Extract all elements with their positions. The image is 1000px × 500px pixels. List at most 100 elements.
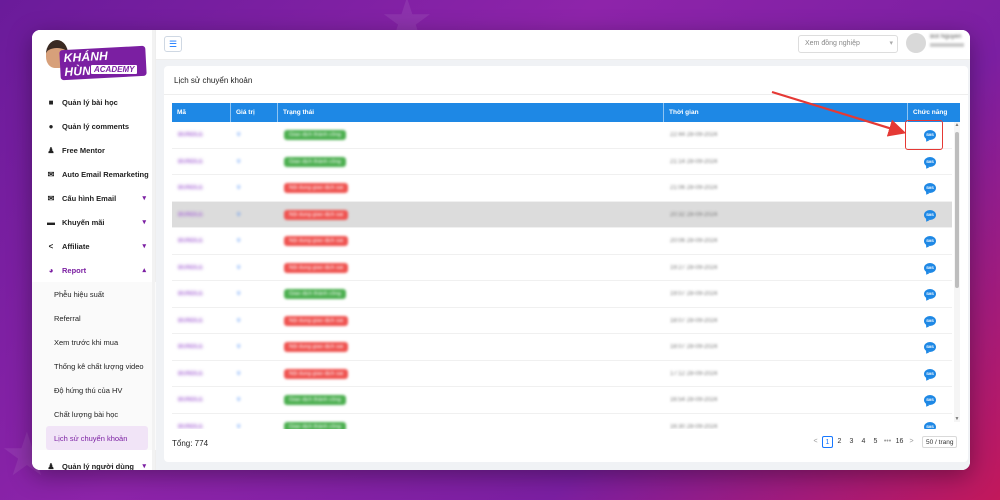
table-row[interactable]: BUNDLE 0 Nội dung giao dịch sai 18:07 28-09… xyxy=(172,308,952,335)
table-row[interactable]: BUNDLE 0 Giao dịch thành công 16:30 28-09-2… xyxy=(172,414,952,429)
status-badge: Giao dịch thành công xyxy=(284,130,346,141)
chevron-down-icon: ▾ xyxy=(142,219,146,226)
scroll-down-icon[interactable]: ▼ xyxy=(954,416,960,422)
column-header-status[interactable]: Trạng thái xyxy=(278,103,664,122)
cell-value: 0 xyxy=(231,175,278,202)
topbar: ☰ Xem đồng nghiệp ▾ Bot Nguyen xyxy=(156,30,970,60)
report-submenu: Phễu hiệu suất Referral Xem trước khi mu… xyxy=(32,282,156,450)
sms-icon[interactable]: SMS xyxy=(924,156,936,167)
sidebar-item-quan-ly-comments[interactable]: ● Quản lý comments xyxy=(32,114,156,138)
submenu-item-pheu-hieu-suat[interactable]: Phễu hiệu suất xyxy=(32,282,156,306)
submenu-item-chat-luong-bai-hoc[interactable]: Chất lượng bài học xyxy=(32,402,156,426)
value-text: 0 xyxy=(237,344,241,351)
cell-actions: SMS xyxy=(908,387,952,414)
sms-icon[interactable]: SMS xyxy=(924,209,936,220)
column-header-code[interactable]: Mã xyxy=(172,103,231,122)
submenu-item-referral[interactable]: Referral xyxy=(32,306,156,330)
prev-page-button[interactable]: < xyxy=(810,436,821,448)
ticket-icon: ▬ xyxy=(47,217,55,227)
cell-actions: SMS xyxy=(908,202,952,229)
submenu-item-xem-truoc-khi-mua[interactable]: Xem trước khi mua xyxy=(32,330,156,354)
table-row[interactable]: BUNDLE 0 Nội dung giao dịch sai 17:12 28-09… xyxy=(172,361,952,388)
code-text: BUNDLE xyxy=(178,317,203,324)
sidebar-scrollbar[interactable] xyxy=(152,30,155,470)
sidebar-item-label: Cấu hình Email xyxy=(62,193,117,203)
sms-icon[interactable]: SMS xyxy=(924,315,936,326)
logo[interactable]: KHÁNH HÙNG ACADEMY xyxy=(42,36,147,81)
menu-toggle-button[interactable]: ☰ xyxy=(164,36,182,52)
table-row[interactable]: BUNDLE 0 Giao dịch thành công 22:44 28-09-2… xyxy=(172,122,952,149)
sidebar-item-report[interactable]: ◕ Report ▴ xyxy=(32,258,156,282)
sms-icon[interactable]: SMS xyxy=(924,183,936,194)
sms-icon[interactable]: SMS xyxy=(924,289,936,300)
sms-icon[interactable]: SMS xyxy=(924,395,936,406)
sidebar-item-label: Auto Email Remarketing xyxy=(62,169,149,179)
table-row[interactable]: BUNDLE 0 Nội dung giao dịch sai 18:07 28-09… xyxy=(172,334,952,361)
cell-code: BUNDLE xyxy=(172,361,231,388)
cell-value: 0 xyxy=(231,255,278,282)
table-header: Mã Giá trị Trạng thái Thời gian Chức năn… xyxy=(172,103,960,122)
page-button-last[interactable]: 16 xyxy=(894,436,905,448)
page-size-select[interactable]: 50 / trang xyxy=(922,436,958,448)
table-row[interactable]: BUNDLE 0 Nội dung giao dịch sai 19:27 28-09… xyxy=(172,255,952,282)
cell-time: 19:07 28-09-2024 xyxy=(664,281,908,308)
time-text: 17:12 28-09-2024 xyxy=(670,370,718,377)
submenu-item-lich-su-chuyen-khoan[interactable]: Lịch sử chuyển khoản xyxy=(46,426,148,450)
table-row[interactable]: BUNDLE 0 Giao dịch thành công 16:54 28-09-2… xyxy=(172,387,952,414)
page-button-1[interactable]: 1 xyxy=(822,436,833,448)
email-icon: ✉ xyxy=(47,169,55,179)
submenu-item-do-hung-thu[interactable]: Độ hứng thú của HV xyxy=(32,378,156,402)
table-row[interactable]: BUNDLE 0 Giao dịch thành công 21:14 28-09-2… xyxy=(172,149,952,176)
sms-icon[interactable]: SMS xyxy=(924,262,936,273)
value-text: 0 xyxy=(237,370,241,377)
code-text: BUNDLE xyxy=(178,423,203,429)
table-row[interactable]: BUNDLE 0 Nội dung giao dịch sai 21:06 28-09… xyxy=(172,175,952,202)
status-badge: Nội dung giao dịch sai xyxy=(284,315,349,326)
sms-icon[interactable]: SMS xyxy=(924,368,936,379)
sidebar-item-affiliate[interactable]: < Affiliate ▾ xyxy=(32,234,156,258)
table-row[interactable]: BUNDLE 0 Giao dịch thành công 19:07 28-09-2… xyxy=(172,281,952,308)
sidebar-item-cau-hinh-email[interactable]: ✉ Cấu hình Email ▾ xyxy=(32,186,156,210)
sms-icon[interactable]: SMS xyxy=(924,236,936,247)
page-button-5[interactable]: 5 xyxy=(870,436,881,448)
cell-code: BUNDLE xyxy=(172,228,231,255)
table-row[interactable]: BUNDLE 0 Nội dung giao dịch sai 20:32 28-09… xyxy=(172,201,952,229)
page-button-4[interactable]: 4 xyxy=(858,436,869,448)
scroll-up-icon[interactable]: ▲ xyxy=(954,122,960,128)
submenu-item-thong-ke-video[interactable]: Thống kê chất lượng video xyxy=(32,354,156,378)
cell-value: 0 xyxy=(231,202,278,229)
sidebar-item-quan-ly-bai-hoc[interactable]: ■ Quản lý bài học xyxy=(32,90,156,114)
cell-code: BUNDLE xyxy=(172,202,231,229)
cell-time: 17:12 28-09-2024 xyxy=(664,361,908,388)
sidebar-item-khuyen-mai[interactable]: ▬ Khuyến mãi ▾ xyxy=(32,210,156,234)
chevron-down-icon: ▾ xyxy=(142,463,146,470)
cell-value: 0 xyxy=(231,387,278,414)
sidebar-item-label: Quản lý bài học xyxy=(62,97,118,107)
code-text: BUNDLE xyxy=(178,370,203,377)
sms-icon[interactable]: SMS xyxy=(924,342,936,353)
page-button-2[interactable]: 2 xyxy=(834,436,845,448)
colleague-search-select[interactable]: Xem đồng nghiệp ▾ xyxy=(798,35,898,53)
scroll-thumb[interactable] xyxy=(955,132,959,288)
cell-actions: SMS xyxy=(908,308,952,335)
sidebar-item-free-mentor[interactable]: ♟ Free Mentor xyxy=(32,138,156,162)
cell-code: BUNDLE xyxy=(172,149,231,176)
avatar[interactable] xyxy=(906,33,926,53)
column-header-time[interactable]: Thời gian xyxy=(664,103,908,122)
code-text: BUNDLE xyxy=(178,291,203,298)
jump-next-button[interactable]: ••• xyxy=(882,436,893,448)
column-header-value[interactable]: Giá trị xyxy=(231,103,278,122)
next-page-button[interactable]: > xyxy=(906,436,917,448)
page-button-3[interactable]: 3 xyxy=(846,436,857,448)
cell-value: 0 xyxy=(231,122,278,149)
sidebar-item-auto-email[interactable]: ✉ Auto Email Remarketing xyxy=(32,162,156,186)
sidebar-item-quan-ly-nguoi-dung[interactable]: ♟ Quản lý người dùng ▾ xyxy=(32,454,156,471)
cell-actions: SMS xyxy=(908,255,952,282)
table-row[interactable]: BUNDLE 0 Nội dung giao dịch sai 20:06 28-09… xyxy=(172,228,952,255)
time-text: 20:06 28-09-2024 xyxy=(670,238,718,245)
time-text: 16:30 28-09-2024 xyxy=(670,423,718,429)
cell-status: Nội dung giao dịch sai xyxy=(278,334,664,361)
value-text: 0 xyxy=(237,132,241,139)
table-scrollbar[interactable]: ▲ ▼ xyxy=(954,122,960,422)
sms-icon[interactable]: SMS xyxy=(924,421,936,429)
